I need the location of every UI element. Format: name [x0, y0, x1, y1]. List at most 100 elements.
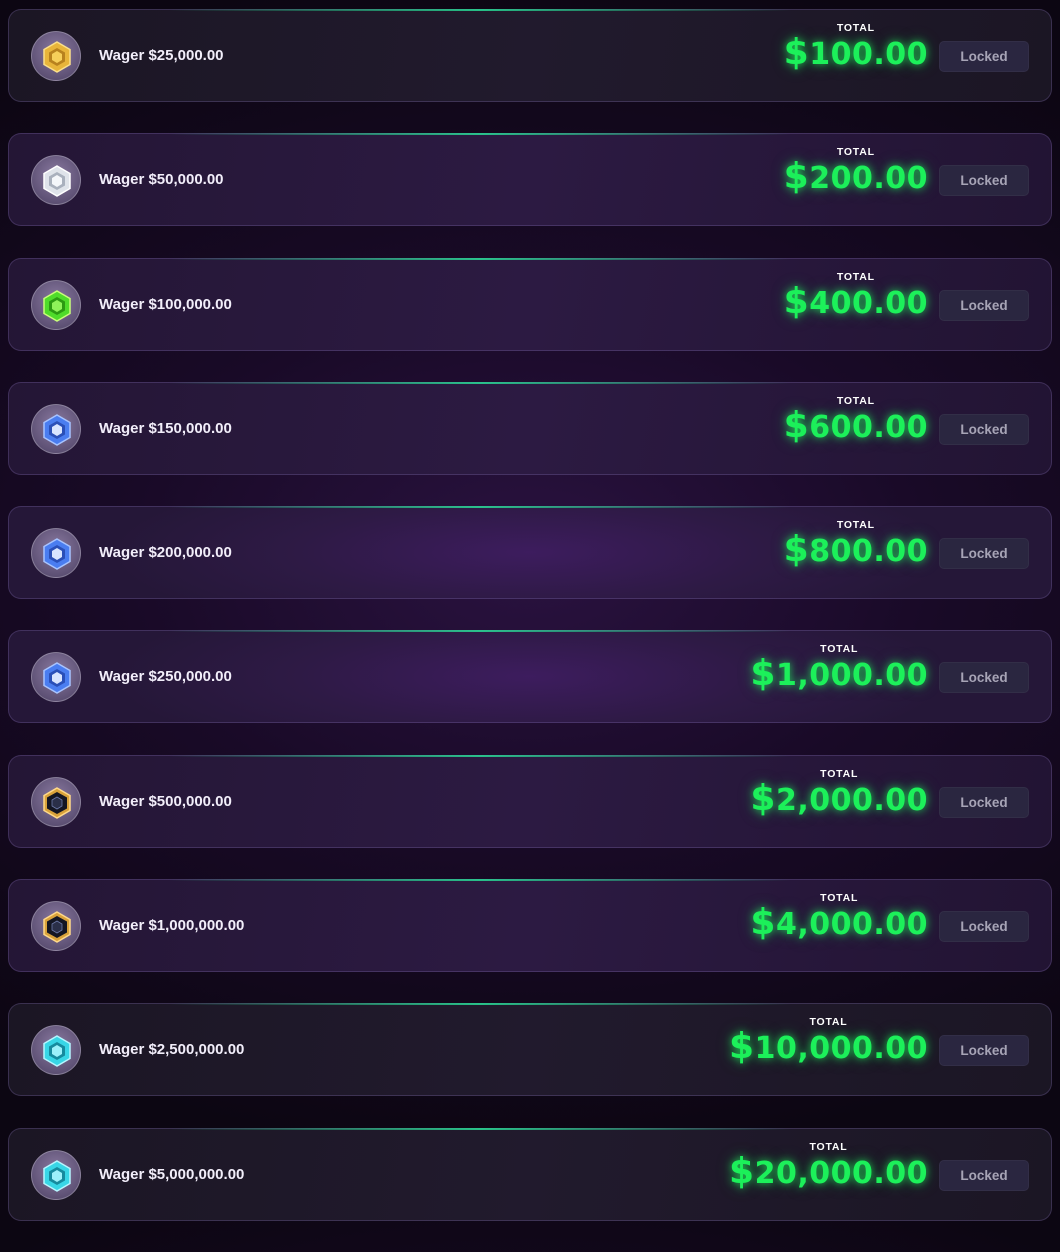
sapphire-rank-icon: [43, 414, 71, 446]
reward-amount: $200.00: [784, 158, 928, 198]
reward-amount: $400.00: [783, 280, 928, 323]
total-caption: TOTAL: [820, 643, 859, 656]
row-accent-line: [169, 506, 791, 509]
locked-button[interactable]: Locked: [939, 165, 1029, 197]
rank-badge: [31, 1025, 81, 1076]
row-accent-line: [169, 630, 791, 633]
locked-button[interactable]: Locked: [939, 41, 1029, 72]
wager-requirement: Wager $150,000.00: [99, 419, 232, 437]
amount-value: 10,000.00: [754, 1031, 928, 1067]
gold-rank-icon: [43, 41, 71, 73]
currency-symbol: $: [750, 902, 776, 944]
reward-total: TOTAL $600.00: [784, 395, 928, 447]
reward-tier-row: Wager $150,000.00 TOTAL $600.00 Locked: [8, 381, 1052, 475]
rank-badge: [31, 31, 81, 81]
onyx-gold-rank-icon: [43, 911, 71, 943]
row-accent-line: [169, 381, 791, 384]
currency-symbol: $: [729, 1150, 755, 1192]
emerald-rank-icon: [43, 289, 71, 322]
wager-requirement: Wager $2,500,000.00: [99, 1041, 245, 1059]
wager-requirement: Wager $500,000.00: [99, 792, 232, 810]
reward-total: TOTAL $200.00: [784, 146, 928, 198]
reward-tier-row: Wager $5,000,000.00 TOTAL $20,000.00 Loc…: [8, 1127, 1052, 1221]
wager-rewards-list: Wager $25,000.00 TOTAL $100.00 Locked Wa…: [8, 9, 1052, 1252]
rank-badge: [31, 901, 81, 952]
amount-value: 400.00: [809, 285, 928, 321]
total-caption: TOTAL: [820, 892, 859, 905]
reward-tier-row: Wager $2,500,000.00 TOTAL $10,000.00 Loc…: [8, 1003, 1052, 1097]
reward-total: TOTAL $1,000.00: [750, 643, 928, 695]
reward-tier-row: Wager $1,000,000.00 TOTAL $4,000.00 Lock…: [8, 879, 1052, 973]
row-accent-line: [169, 1003, 791, 1006]
wager-requirement: Wager $50,000.00: [99, 171, 224, 189]
amount-value: 600.00: [809, 409, 928, 445]
diamond-rank-icon: [43, 1035, 71, 1068]
locked-button[interactable]: Locked: [939, 1035, 1029, 1067]
currency-symbol: $: [750, 777, 776, 819]
currency-symbol: $: [783, 404, 810, 446]
amount-value: 4,000.00: [775, 907, 928, 943]
reward-total: TOTAL $800.00: [784, 519, 928, 571]
wager-requirement: Wager $1,000,000.00: [99, 917, 245, 935]
currency-symbol: $: [729, 1026, 755, 1068]
reward-amount: $800.00: [784, 531, 928, 571]
reward-tier-row: Wager $25,000.00 TOTAL $100.00 Locked: [8, 9, 1052, 102]
wager-requirement: Wager $25,000.00: [99, 47, 224, 64]
total-caption: TOTAL: [809, 1016, 848, 1029]
amount-value: 100.00: [809, 37, 928, 72]
currency-symbol: $: [783, 156, 810, 198]
row-accent-line: [169, 754, 791, 757]
diamond-rank-icon: [43, 1159, 71, 1192]
reward-amount: $1,000.00: [750, 655, 928, 695]
row-accent-line: [169, 257, 791, 260]
reward-amount: $600.00: [783, 404, 928, 447]
reward-tier-row: Wager $250,000.00 TOTAL $1,000.00 Locked: [8, 630, 1052, 724]
locked-button[interactable]: Locked: [939, 786, 1029, 818]
rank-badge: [31, 403, 81, 454]
rank-badge: [31, 155, 81, 206]
locked-button[interactable]: Locked: [939, 413, 1029, 445]
locked-button[interactable]: Locked: [939, 289, 1029, 321]
row-accent-line: [169, 879, 791, 882]
currency-symbol: $: [783, 280, 810, 322]
rank-badge: [31, 652, 81, 703]
locked-button[interactable]: Locked: [939, 911, 1029, 943]
reward-tier-row: Wager $100,000.00 TOTAL $400.00 Locked: [8, 257, 1052, 351]
total-caption: TOTAL: [809, 1140, 848, 1153]
total-caption: TOTAL: [820, 767, 859, 780]
reward-amount: $100.00: [784, 34, 928, 74]
locked-button[interactable]: Locked: [939, 538, 1029, 570]
sapphire-rank-icon: [43, 538, 71, 571]
wager-requirement: Wager $250,000.00: [99, 668, 232, 686]
amount-value: 20,000.00: [754, 1155, 928, 1191]
locked-button[interactable]: Locked: [939, 1159, 1029, 1191]
currency-symbol: $: [783, 529, 810, 571]
amount-value: 800.00: [809, 534, 928, 570]
rank-badge: [31, 279, 81, 330]
amount-value: 1,000.00: [775, 658, 928, 694]
reward-total: TOTAL $400.00: [784, 271, 928, 323]
reward-tier-row: Wager $50,000.00 TOTAL $200.00 Locked: [8, 133, 1052, 227]
wager-requirement: Wager $5,000,000.00: [99, 1165, 245, 1183]
reward-amount: $2,000.00: [750, 777, 928, 820]
row-accent-line: [169, 9, 791, 11]
reward-total: TOTAL $20,000.00: [729, 1141, 928, 1193]
sapphire-rank-icon: [43, 662, 71, 695]
reward-total: TOTAL $100.00: [784, 22, 928, 74]
reward-total: TOTAL $2,000.00: [750, 768, 928, 820]
currency-symbol: $: [750, 653, 776, 695]
onyx-gold-rank-icon: [43, 786, 71, 819]
wager-requirement: Wager $200,000.00: [99, 544, 232, 562]
currency-symbol: $: [783, 32, 810, 73]
row-accent-line: [169, 1127, 791, 1130]
reward-amount: $4,000.00: [750, 904, 928, 944]
locked-button[interactable]: Locked: [939, 662, 1029, 694]
rank-badge: [31, 776, 81, 827]
wager-requirement: Wager $100,000.00: [99, 295, 232, 313]
reward-amount: $10,000.00: [729, 1028, 928, 1068]
reward-tier-row: Wager $200,000.00 TOTAL $800.00 Locked: [8, 506, 1052, 600]
amount-value: 2,000.00: [775, 782, 928, 818]
row-accent-line: [169, 133, 791, 136]
reward-total: TOTAL $4,000.00: [750, 892, 928, 944]
rank-badge: [31, 528, 81, 579]
